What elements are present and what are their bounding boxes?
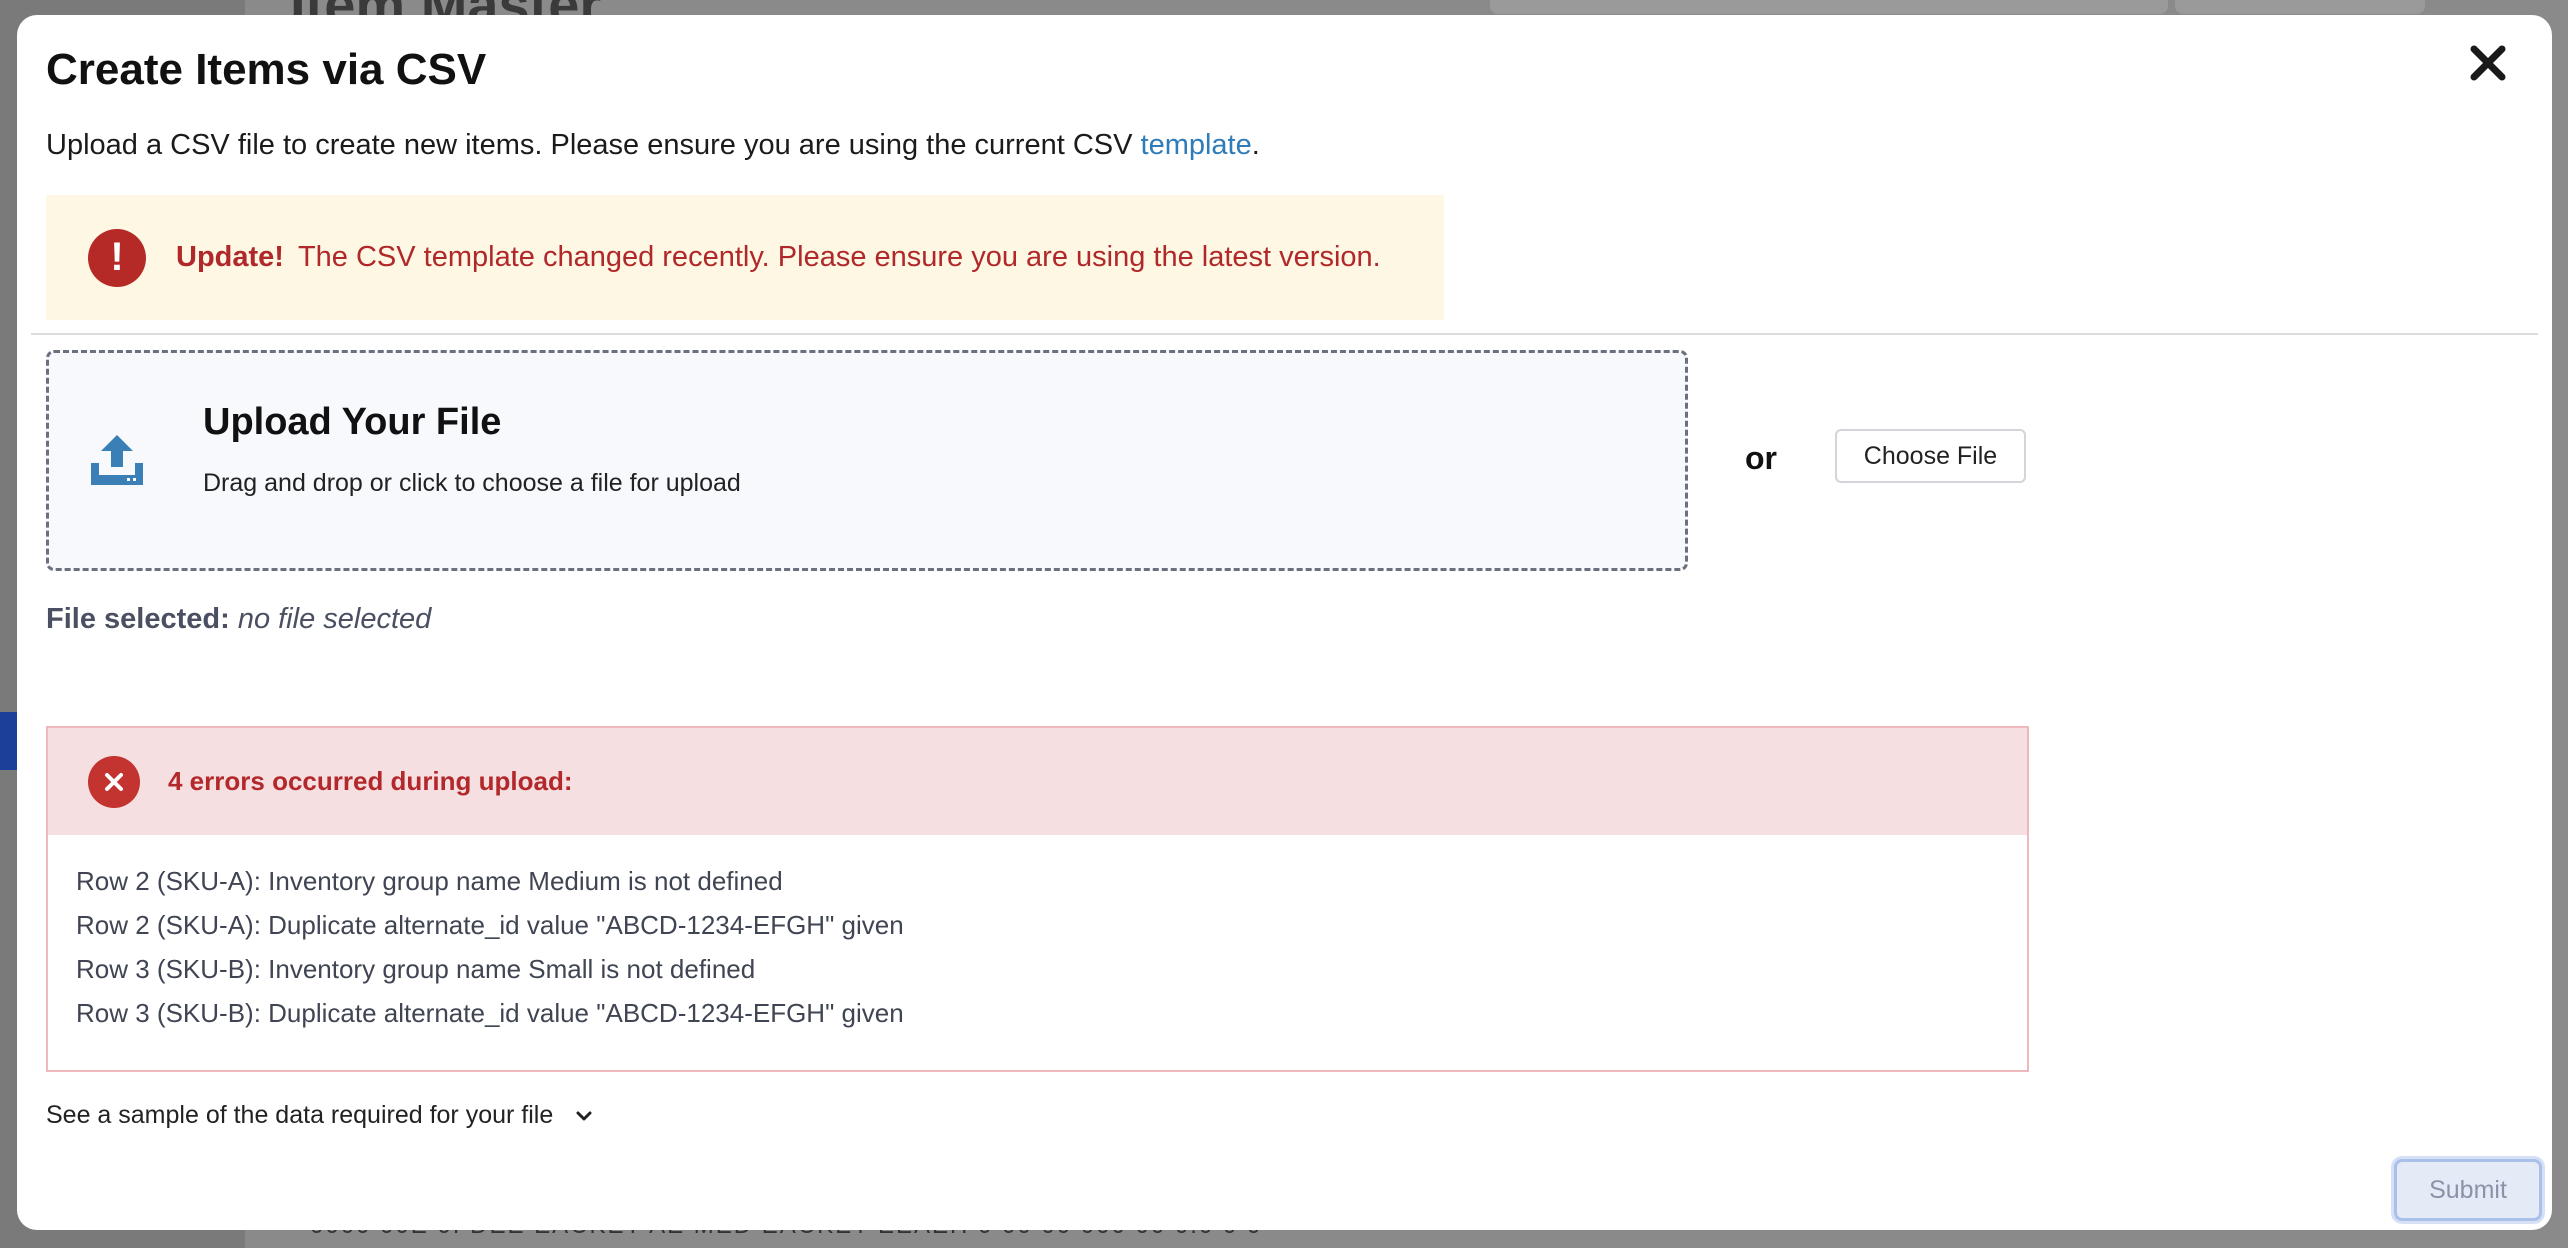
background-sidebar-active-item <box>0 712 18 770</box>
submit-button[interactable]: Submit <box>2394 1159 2542 1221</box>
file-dropzone[interactable]: Upload Your File Drag and drop or click … <box>46 350 1688 571</box>
chevron-down-icon <box>576 1111 592 1120</box>
upload-icon <box>91 435 143 485</box>
update-alert-strong: Update! <box>176 241 284 273</box>
file-selected-label: File selected: <box>46 603 230 635</box>
error-item: Row 2 (SKU-A): Duplicate alternate_id va… <box>76 910 904 940</box>
errors-list: Row 2 (SKU-A): Inventory group name Medi… <box>48 835 2027 1035</box>
choose-file-button[interactable]: Choose File <box>1835 429 2026 483</box>
modal-subtitle: Upload a CSV file to create new items. P… <box>46 129 1260 162</box>
x-circle-icon <box>88 755 140 808</box>
sample-toggle-label: See a sample of the data required for yo… <box>46 1101 554 1129</box>
close-button[interactable] <box>2460 35 2516 91</box>
dropzone-subtitle: Drag and drop or click to choose a file … <box>203 469 741 497</box>
divider <box>31 333 2538 335</box>
background-toolbar-button <box>1838 0 2168 14</box>
background-toolbar-button <box>2175 0 2425 14</box>
background-toolbar-button <box>1490 0 1850 14</box>
error-item: Row 3 (SKU-B): Duplicate alternate_id va… <box>76 998 904 1028</box>
or-label: or <box>1745 440 1777 476</box>
subtitle-text: Upload a CSV file to create new items. P… <box>46 129 1141 161</box>
upload-errors-panel: 4 errors occurred during upload: Row 2 (… <box>46 726 2029 1072</box>
update-alert: ! Update! The CSV template changed recen… <box>46 195 1444 320</box>
subtitle-suffix: . <box>1251 129 1260 161</box>
error-item: Row 3 (SKU-B): Inventory group name Smal… <box>76 954 756 984</box>
errors-title: 4 errors occurred during upload: <box>168 766 573 796</box>
create-items-csv-modal: Create Items via CSV Upload a CSV file t… <box>17 15 2552 1230</box>
sample-data-toggle[interactable]: See a sample of the data required for yo… <box>46 1101 593 1130</box>
template-link[interactable]: template <box>1141 129 1252 161</box>
modal-title: Create Items via CSV <box>46 45 487 94</box>
errors-header: 4 errors occurred during upload: <box>48 728 2027 835</box>
dropzone-title: Upload Your File <box>203 401 502 443</box>
close-x-icon <box>2470 45 2506 81</box>
error-item: Row 2 (SKU-A): Inventory group name Medi… <box>76 866 783 896</box>
file-selected-status: File selected: no file selected <box>46 603 431 636</box>
file-selected-value: no file selected <box>237 603 432 635</box>
exclamation-circle-icon: ! <box>88 228 146 287</box>
update-alert-message: The CSV template changed recently. Pleas… <box>297 241 1381 273</box>
